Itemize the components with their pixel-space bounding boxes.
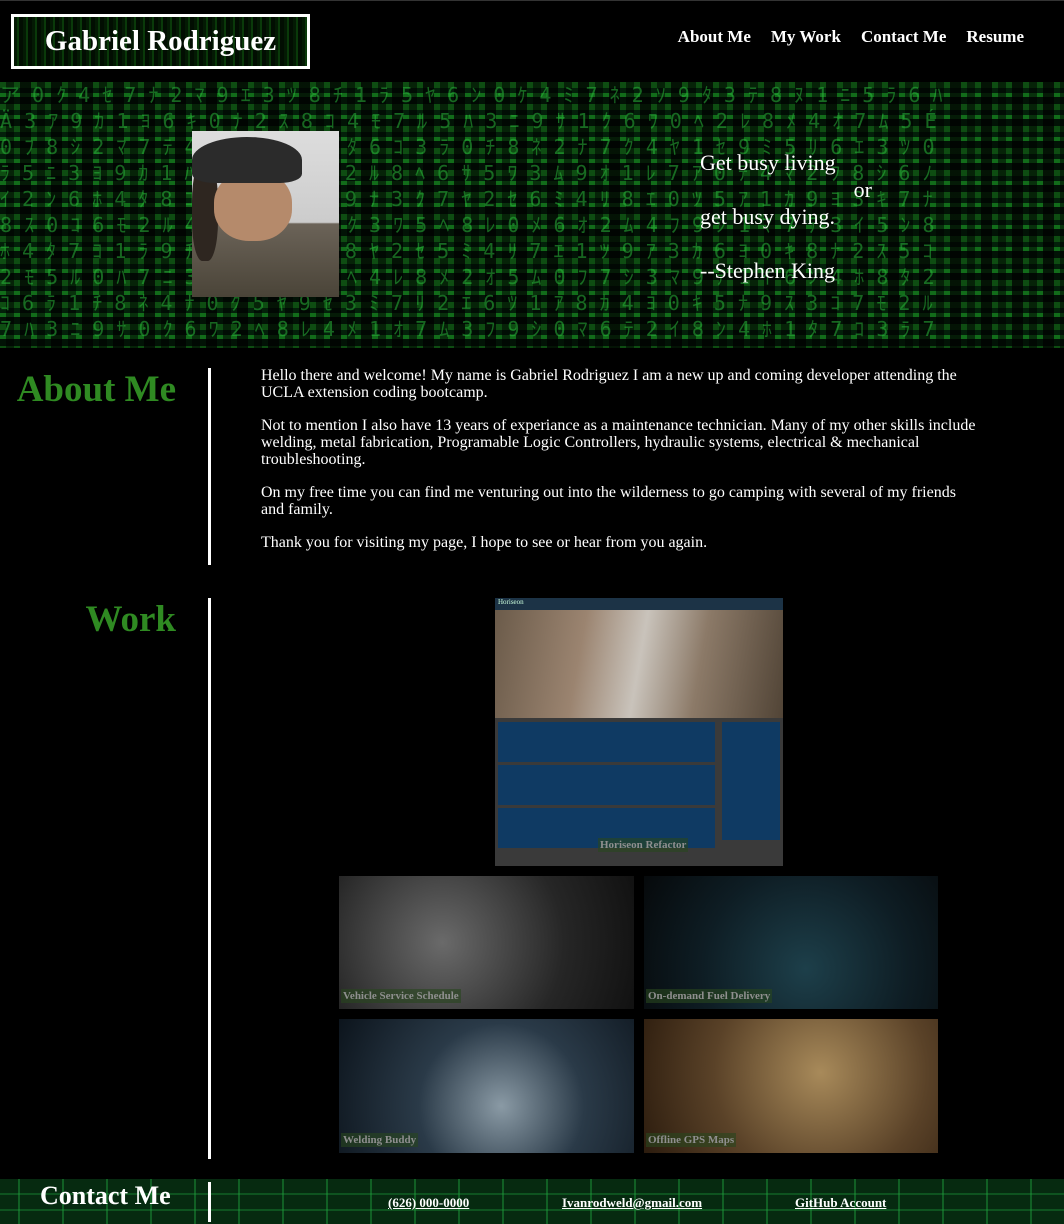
horiseon-header-bar: Horiseon [495,598,783,610]
horiseon-block-1 [498,722,715,762]
work-divider [208,598,211,1159]
email-link[interactable]: Ivanrodweld@gmail.com [562,1195,702,1211]
project-card-vehicle-service[interactable]: Vehicle Service Schedule [339,876,634,1009]
about-me-heading: About Me [16,369,176,410]
project-card-gps-maps[interactable]: Offline GPS Maps [644,1019,938,1153]
about-paragraph-4: Thank you for visiting my page, I hope t… [261,534,708,551]
project-label-gps-maps: Offline GPS Maps [646,1133,737,1147]
project-card-welding-buddy[interactable]: Welding Buddy [339,1019,634,1153]
hero-quote: Get busy living or get busy dying. --Ste… [700,149,872,284]
quote-author: --Stephen King [700,258,836,283]
project-card-horiseon[interactable]: Horiseon Horiseon Refactor [495,598,783,866]
logo-text: Gabriel Rodriguez [44,25,277,57]
site-header: Gabriel Rodriguez About Me My Work Conta… [0,0,1064,82]
matrix-rain-background: ア 0 ｸ 4 ｾ 7 ﾅ 2 ﾏ 9 ｴ 3 ﾂ 8 ﾁ 1 ﾗ 5 ﾔ 6 … [0,83,943,341]
about-me-text: Hello there and welcome! My name is Gabr… [261,367,981,567]
logo[interactable]: Gabriel Rodriguez [11,14,310,69]
about-paragraph-2: Not to mention I also have 13 years of e… [261,417,976,468]
horiseon-hero-image [495,610,783,718]
nav-resume[interactable]: Resume [966,27,1024,47]
profile-photo [192,131,339,297]
project-label-horiseon: Horiseon Refactor [598,838,689,852]
nav-about-me[interactable]: About Me [678,27,751,47]
about-paragraph-1: Hello there and welcome! My name is Gabr… [261,367,957,401]
footer-divider [208,1182,211,1222]
project-card-fuel-delivery[interactable]: On-demand Fuel Delivery [644,876,938,1009]
contact-me-heading: Contact Me [40,1181,171,1210]
github-link[interactable]: GitHub Account [795,1195,886,1211]
horiseon-block-2 [498,765,715,805]
quote-line-2: or [853,177,872,202]
about-paragraph-3: On my free time you can find me venturin… [261,484,956,518]
project-label-fuel-delivery: On-demand Fuel Delivery [646,989,773,1003]
hero-banner: ア 0 ｸ 4 ｾ 7 ﾅ 2 ﾏ 9 ｴ 3 ﾂ 8 ﾁ 1 ﾗ 5 ﾔ 6 … [0,82,1064,348]
phone-link[interactable]: (626) 000-0000 [388,1195,469,1211]
nav-contact-me[interactable]: Contact Me [861,27,946,47]
nav-my-work[interactable]: My Work [771,27,841,47]
project-label-vehicle-service: Vehicle Service Schedule [341,989,461,1003]
quote-line-3: get busy dying. [700,204,836,229]
main-nav: About Me My Work Contact Me Resume [678,27,1024,47]
work-heading: Work [85,599,176,640]
horiseon-sidebar [722,722,780,840]
quote-line-1: Get busy living [700,150,836,175]
contact-footer: Contact Me (626) 000-0000 Ivanrodweld@gm… [0,1179,1064,1224]
about-divider [208,368,211,565]
project-label-welding-buddy: Welding Buddy [341,1133,419,1147]
